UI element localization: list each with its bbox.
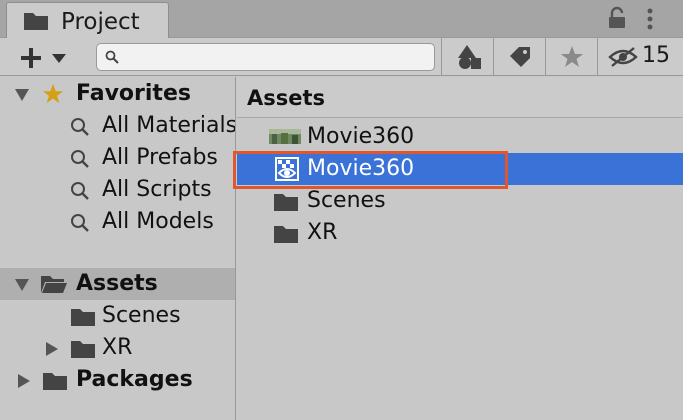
hidden-packages-icon (608, 47, 638, 67)
folder-tree: Favorites All Materials All Prefabs All … (0, 77, 236, 420)
folder-icon (274, 226, 298, 243)
tree-label-all-materials: All Materials (102, 113, 236, 138)
plus-icon (21, 48, 41, 68)
filter-by-type-button[interactable] (441, 38, 493, 75)
filter-by-label-button[interactable] (493, 38, 545, 75)
tree-item-scenes[interactable]: Scenes (0, 300, 235, 332)
tab-bar: Project (0, 0, 683, 39)
lock-icon[interactable] (606, 6, 628, 30)
tree-label-assets: Assets (76, 271, 158, 296)
tree-item-all-prefabs[interactable]: All Prefabs (0, 142, 235, 174)
tree-item-packages[interactable]: Packages (0, 364, 235, 396)
kebab-menu-icon[interactable] (644, 6, 656, 32)
search-icon (105, 50, 119, 64)
assets-breadcrumb: Assets (237, 77, 683, 118)
video-thumbnail-icon (269, 129, 301, 144)
asset-item-movie360-video[interactable]: Movie360 (237, 121, 683, 153)
toolbar: 15 (0, 38, 683, 76)
video-player-icon (275, 157, 299, 181)
project-window: Project 15 Favorites All Materials All P… (0, 0, 683, 420)
filter-by-label-icon (510, 47, 530, 67)
hidden-packages-button[interactable] (597, 38, 683, 75)
tab-project[interactable]: Project (6, 2, 169, 39)
folder-icon (24, 13, 48, 30)
tree-label-scenes: Scenes (102, 303, 181, 328)
filter-by-type-icon (458, 45, 481, 69)
search-icon (71, 182, 89, 200)
folder-icon (71, 341, 95, 358)
tree-item-all-scripts[interactable]: All Scripts (0, 174, 235, 206)
search-icon (71, 118, 89, 136)
folder-icon (43, 373, 67, 390)
tab-title: Project (61, 9, 140, 35)
assets-list-pane: Assets Movie360 Movie360 Scenes XR (233, 77, 683, 420)
assets-title: Assets (247, 86, 326, 110)
asset-item-xr[interactable]: XR (237, 217, 683, 249)
tree-label-favorites: Favorites (76, 81, 191, 106)
caret-down-icon (52, 54, 66, 63)
tree-label-packages: Packages (76, 367, 193, 392)
star-icon (42, 83, 64, 104)
asset-label: XR (307, 220, 338, 245)
search-icon (71, 150, 89, 168)
expanded-arrow-icon[interactable] (14, 277, 30, 293)
collapsed-arrow-icon[interactable] (44, 341, 60, 357)
asset-item-scenes[interactable]: Scenes (237, 185, 683, 217)
asset-item-movie360-player[interactable]: Movie360 (237, 153, 683, 185)
create-button[interactable] (10, 42, 72, 72)
search-input[interactable] (123, 46, 423, 68)
expanded-arrow-icon[interactable] (14, 87, 30, 103)
hidden-packages-count: 15 (642, 43, 670, 68)
tree-item-assets[interactable]: Assets (0, 268, 235, 300)
tree-label-all-models: All Models (102, 209, 214, 234)
asset-label: Movie360 (307, 124, 415, 149)
search-field[interactable] (96, 43, 435, 71)
folder-icon (274, 194, 298, 211)
tree-item-all-materials[interactable]: All Materials (0, 110, 236, 142)
tree-item-all-models[interactable]: All Models (0, 206, 235, 238)
folder-open-icon (41, 276, 67, 293)
favorites-star-icon (561, 46, 583, 67)
tree-item-xr[interactable]: XR (0, 332, 235, 364)
tree-label-xr: XR (102, 335, 133, 360)
asset-label: Movie360 (307, 156, 415, 181)
collapsed-arrow-icon[interactable] (16, 373, 32, 389)
tree-item-favorites[interactable]: Favorites (0, 78, 235, 110)
asset-label: Scenes (307, 188, 386, 213)
folder-icon (71, 309, 95, 326)
favorites-filter-button[interactable] (545, 38, 597, 75)
search-icon (71, 214, 89, 232)
tree-label-all-prefabs: All Prefabs (102, 145, 218, 170)
tree-label-all-scripts: All Scripts (102, 177, 212, 202)
